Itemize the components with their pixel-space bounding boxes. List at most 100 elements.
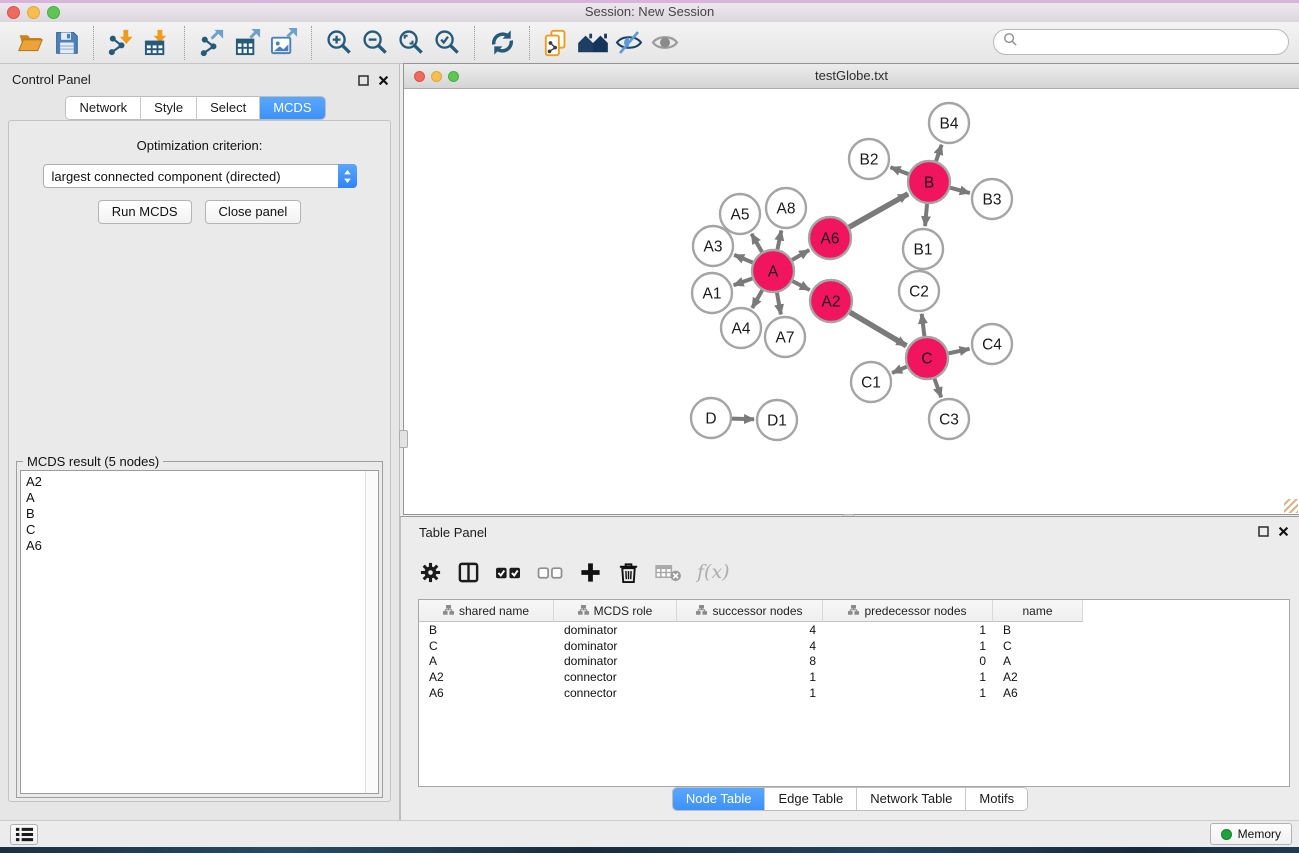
graph-edge-A6-B[interactable]: [849, 194, 908, 227]
memory-button[interactable]: Memory: [1210, 823, 1292, 845]
table-cell[interactable]: connector: [554, 670, 677, 684]
close-window-button[interactable]: [7, 6, 20, 19]
zoom-selected-icon[interactable]: [429, 26, 465, 60]
graph-edge-A-A2[interactable]: [793, 281, 810, 290]
table-cell[interactable]: 1: [823, 670, 993, 684]
tab-edge-table[interactable]: Edge Table: [765, 788, 857, 810]
search-input[interactable]: [1023, 32, 1288, 52]
result-scrollbar[interactable]: [365, 471, 378, 793]
graph-edge-A-A5[interactable]: [752, 234, 762, 252]
table-cell[interactable]: 1: [823, 686, 993, 700]
network-overview-icon[interactable]: [575, 26, 611, 60]
show-all-columns-icon[interactable]: [495, 557, 522, 587]
tab-node-table[interactable]: Node Table: [673, 788, 766, 810]
first-neighbors-icon[interactable]: [539, 26, 575, 60]
zoom-out-icon[interactable]: [357, 26, 393, 60]
open-file-icon[interactable]: [12, 26, 48, 60]
graph-edge-A-A3[interactable]: [734, 255, 752, 263]
graph-edge-A-A8[interactable]: [777, 231, 781, 250]
create-column-icon[interactable]: [579, 557, 602, 587]
graph-edge-A-A7[interactable]: [777, 293, 781, 315]
table-cell[interactable]: A: [993, 654, 1083, 668]
column-header-successor-nodes[interactable]: successor nodes: [677, 600, 823, 622]
table-cell[interactable]: 1: [823, 639, 993, 653]
table-row[interactable]: Adominator80A: [419, 653, 1289, 669]
graph-edge-A2-C[interactable]: [850, 312, 906, 346]
hide-all-columns-icon[interactable]: [537, 557, 564, 587]
toggle-columns-icon[interactable]: [457, 557, 480, 587]
table-cell[interactable]: dominator: [554, 623, 677, 637]
tab-style[interactable]: Style: [141, 97, 197, 119]
delete-columns-icon[interactable]: [617, 557, 640, 587]
table-cell[interactable]: A: [419, 654, 554, 668]
table-cell[interactable]: 8: [677, 654, 823, 668]
network-close-button[interactable]: [414, 71, 425, 82]
optimization-criterion-dropdown[interactable]: largest connected component (directed): [43, 164, 357, 188]
panel-divider-grip[interactable]: [399, 430, 408, 448]
graph-edge-B-B1[interactable]: [925, 204, 927, 226]
export-network-icon[interactable]: [194, 26, 230, 60]
tab-motifs[interactable]: Motifs: [966, 788, 1027, 810]
table-cell[interactable]: A6: [419, 686, 554, 700]
graph-edge-D-D1[interactable]: [732, 419, 754, 420]
graph-edge-C-C3[interactable]: [934, 379, 941, 398]
zoom-in-icon[interactable]: [321, 26, 357, 60]
import-table-icon[interactable]: [139, 26, 175, 60]
tab-network[interactable]: Network: [66, 97, 141, 119]
graph-edge-C-C4[interactable]: [949, 349, 970, 354]
table-cell[interactable]: 1: [823, 623, 993, 637]
table-cell[interactable]: A2: [993, 670, 1083, 684]
close-table-panel-icon[interactable]: [1278, 524, 1289, 542]
table-cell[interactable]: C: [419, 639, 554, 653]
graph-edge-C-C2[interactable]: [922, 314, 925, 336]
export-table-icon[interactable]: [230, 26, 266, 60]
table-cell[interactable]: dominator: [554, 639, 677, 653]
import-network-icon[interactable]: [103, 26, 139, 60]
run-mcds-button[interactable]: Run MCDS: [98, 200, 192, 224]
table-row[interactable]: A2connector11A2: [419, 669, 1289, 685]
table-row[interactable]: Cdominator41C: [419, 638, 1289, 654]
graph-edge-A-A1[interactable]: [734, 278, 753, 285]
graph-edge-B-B4[interactable]: [936, 145, 942, 161]
graph-edge-A-A6[interactable]: [792, 250, 809, 260]
zoom-fit-icon[interactable]: [393, 26, 429, 60]
mcds-result-list[interactable]: A2ABCA6: [20, 470, 379, 794]
network-zoom-button[interactable]: [448, 71, 459, 82]
table-cell[interactable]: A6: [993, 686, 1083, 700]
graph-edge-B-B3[interactable]: [950, 188, 970, 193]
table-cell[interactable]: 4: [677, 639, 823, 653]
table-cell[interactable]: A2: [419, 670, 554, 684]
tab-network-table[interactable]: Network Table: [857, 788, 966, 810]
save-session-icon[interactable]: [48, 26, 84, 60]
window-resize-grip[interactable]: [1284, 499, 1298, 513]
table-cell[interactable]: B: [419, 623, 554, 637]
table-row[interactable]: A6connector11A6: [419, 685, 1289, 701]
float-panel-icon[interactable]: [358, 73, 369, 91]
graph-edge-C-C1[interactable]: [892, 367, 907, 373]
table-cell[interactable]: 1: [677, 686, 823, 700]
tab-mcds[interactable]: MCDS: [260, 97, 324, 119]
network-minimize-button[interactable]: [431, 71, 442, 82]
table-cell[interactable]: C: [993, 639, 1083, 653]
column-header-shared-name[interactable]: shared name: [419, 600, 554, 622]
settings-gear-icon[interactable]: [419, 557, 442, 587]
table-cell[interactable]: 0: [823, 654, 993, 668]
float-table-panel-icon[interactable]: [1258, 524, 1269, 542]
table-cell[interactable]: dominator: [554, 654, 677, 668]
graph-edge-A-A4[interactable]: [752, 290, 762, 308]
refresh-layout-icon[interactable]: [484, 26, 520, 60]
search-field[interactable]: [993, 29, 1289, 55]
table-cell[interactable]: 4: [677, 623, 823, 637]
close-panel-button[interactable]: Close panel: [205, 200, 302, 224]
zoom-window-button[interactable]: [47, 6, 60, 19]
column-header-MCDS-role[interactable]: MCDS role: [554, 600, 677, 622]
network-canvas[interactable]: AA1A2A3A4A5A6A7A8BB1B2B3B4CC1C2C3C4DD1: [404, 89, 1299, 514]
tab-select[interactable]: Select: [197, 97, 260, 119]
export-image-icon[interactable]: [266, 26, 302, 60]
network-window-titlebar[interactable]: testGlobe.txt: [404, 64, 1299, 89]
table-cell[interactable]: 1: [677, 670, 823, 684]
task-history-button[interactable]: [10, 824, 38, 845]
minimize-window-button[interactable]: [27, 6, 40, 19]
column-header-name[interactable]: name: [993, 600, 1083, 622]
table-cell[interactable]: B: [993, 623, 1083, 637]
